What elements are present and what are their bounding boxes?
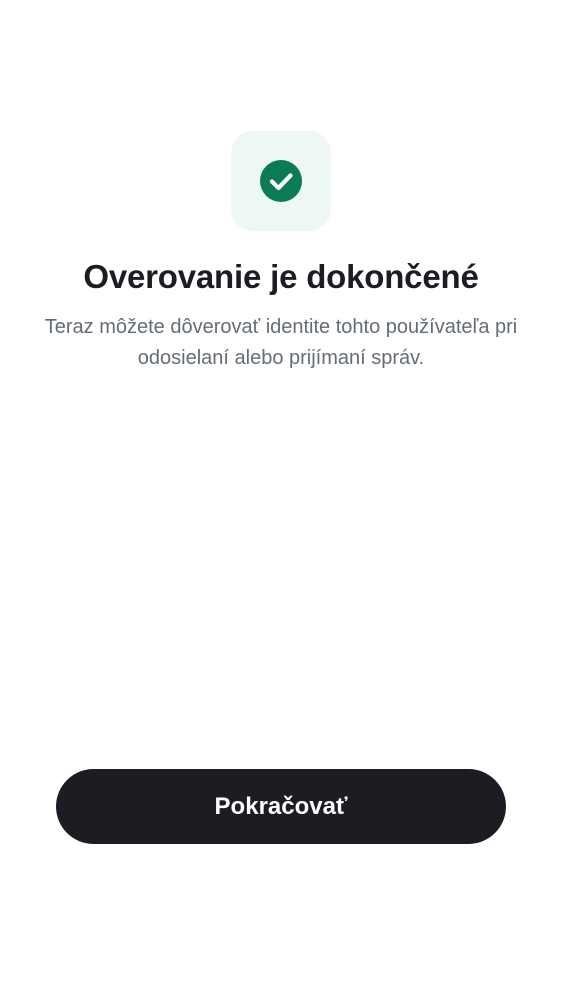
page-title: Overovanie je dokončené (83, 258, 479, 295)
verification-success-badge (231, 131, 331, 231)
continue-button[interactable]: Pokračovať (56, 769, 506, 844)
check-circle-icon (260, 160, 302, 202)
page-subtitle: Teraz môžete dôverovať identite tohto po… (44, 316, 518, 369)
